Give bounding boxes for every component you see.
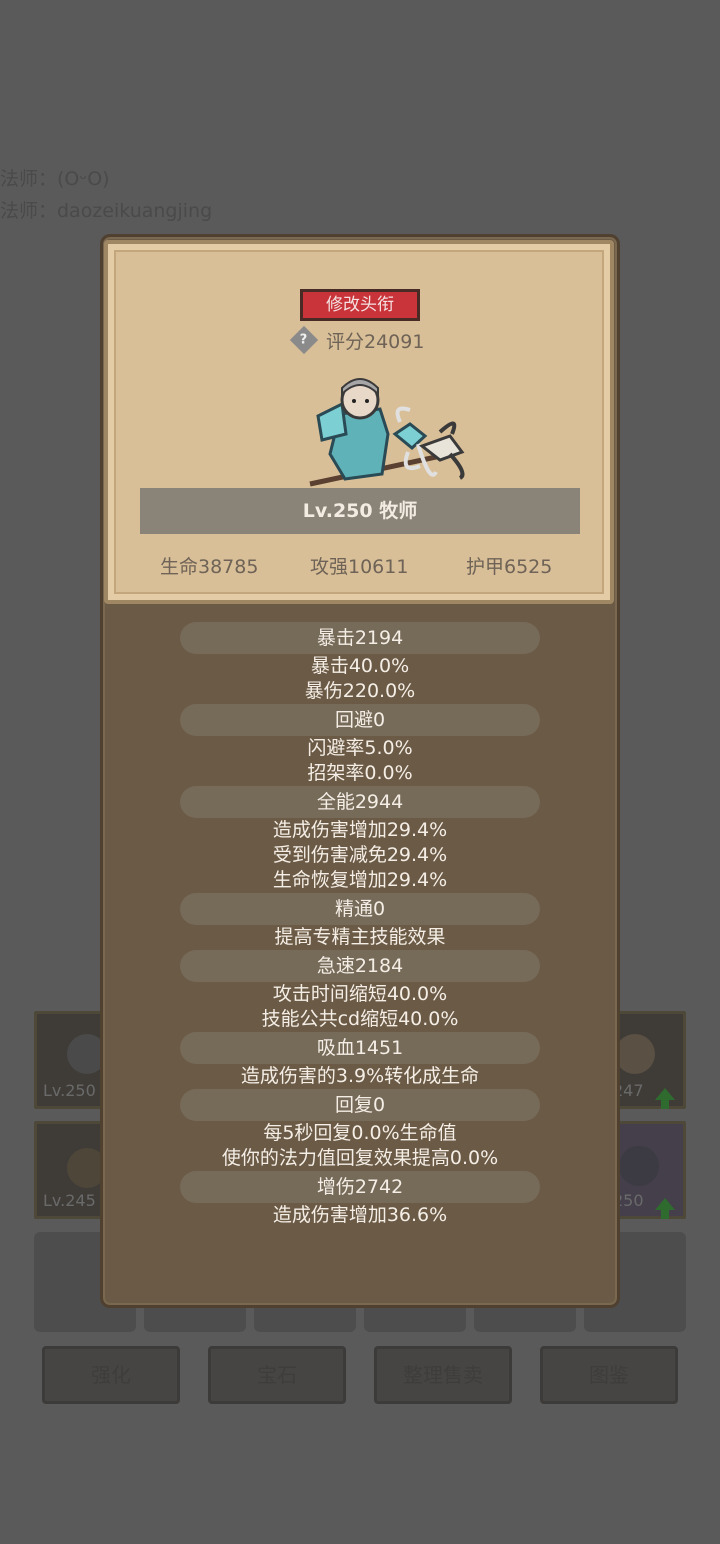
bg-caption-2: 法师：daozeikuangjing	[0, 200, 213, 222]
armor-icon	[615, 1034, 655, 1074]
attribute-effect: 暴击40.0%	[310, 655, 410, 677]
level-class-bar: Lv.250 牧师	[140, 488, 580, 534]
bg-caption-1: 法师：(OᵕO)	[0, 168, 110, 190]
hp-stat: 生命38785	[160, 556, 259, 578]
upgrade-arrow-icon	[655, 1198, 675, 1219]
help-icon[interactable]: ?	[289, 325, 319, 355]
attribute-header: 回避0	[180, 704, 540, 736]
attribute-effect: 每5秒回复0.0%生命值	[263, 1122, 457, 1144]
attribute-effect: 技能公共cd缩短40.0%	[261, 1008, 459, 1030]
attribute-effect: 造成伤害增加36.6%	[272, 1204, 448, 1226]
attribute-header: 暴击2194	[180, 622, 540, 654]
attack-stat: 攻强10611	[310, 556, 409, 578]
attribute-effect: 生命恢复增加29.4%	[272, 869, 448, 891]
attribute-effect: 暴伤220.0%	[304, 680, 416, 702]
armor-stat: 护甲6525	[466, 556, 553, 578]
attribute-effect: 招架率0.0%	[307, 762, 413, 784]
attribute-effect: 受到伤害减免29.4%	[272, 844, 448, 866]
attribute-effect: 造成伤害的3.9%转化成生命	[240, 1065, 480, 1087]
sort-sell-button[interactable]: 整理售卖	[374, 1346, 512, 1404]
score-text: 评分24091	[326, 330, 425, 353]
attribute-header: 全能2944	[180, 786, 540, 818]
upgrade-arrow-icon	[655, 1088, 675, 1109]
score-row: ? 评分24091	[289, 325, 425, 355]
slot-level: Lv.250	[43, 1081, 96, 1100]
gem-button[interactable]: 宝石	[208, 1346, 346, 1404]
attribute-header: 急速2184	[180, 950, 540, 982]
attribute-list: 暴击2194 暴击40.0% 暴伤220.0% 回避0 闪避率5.0% 招架率0…	[180, 622, 540, 1228]
ring-icon	[619, 1146, 659, 1186]
attribute-header: 精通0	[180, 893, 540, 925]
collection-button[interactable]: 图鉴	[540, 1346, 678, 1404]
attribute-effect: 攻击时间缩短40.0%	[272, 983, 448, 1005]
enhance-button[interactable]: 强化	[42, 1346, 180, 1404]
attribute-header: 回复0	[180, 1089, 540, 1121]
edit-title-button[interactable]: 修改头衔	[300, 289, 420, 321]
priest-character-sprite	[309, 378, 465, 487]
attribute-effect: 提高专精主技能效果	[274, 926, 446, 948]
attribute-header: 吸血1451	[180, 1032, 540, 1064]
slot-level: Lv.245	[43, 1191, 96, 1210]
attribute-header: 增伤2742	[180, 1171, 540, 1203]
attribute-effect: 闪避率5.0%	[307, 737, 413, 759]
attribute-effect: 造成伤害增加29.4%	[272, 819, 448, 841]
attribute-effect: 使你的法力值回复效果提高0.0%	[221, 1147, 499, 1169]
